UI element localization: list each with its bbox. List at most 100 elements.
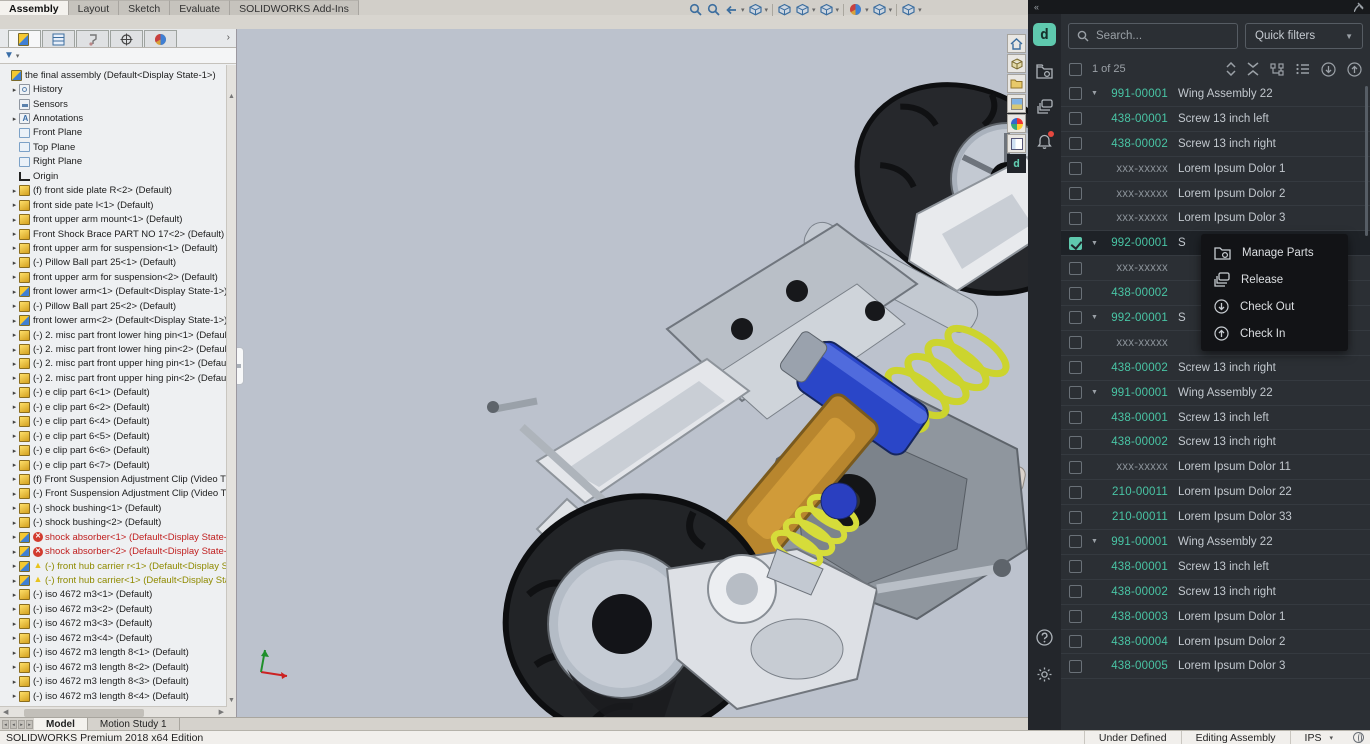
expand-arrow-icon[interactable]: ▸ [10, 374, 19, 382]
check-in-icon[interactable] [1347, 62, 1362, 77]
hierarchy-view-icon[interactable] [1270, 63, 1285, 76]
scrollbar-thumb[interactable] [24, 709, 144, 717]
view-orientation-icon[interactable] [819, 2, 834, 17]
tree-item[interactable]: ▸(-) front hub carrier<1> (Default<Displ… [0, 573, 227, 587]
tree-item[interactable]: ▸(-) 2. misc part front lower hing pin<2… [0, 342, 227, 356]
graphics-viewport[interactable]: d [237, 29, 1028, 718]
part-number[interactable]: 438-00005 [1103, 660, 1168, 672]
part-row[interactable]: 438-00002Screw 13 inch right [1061, 132, 1370, 157]
expand-arrow-icon[interactable]: ▸ [10, 259, 19, 267]
filter-funnel-icon[interactable]: ▼ [4, 50, 14, 61]
scroll-up-icon[interactable]: ▲ [228, 93, 235, 100]
taskpane-appearances-icon[interactable] [1007, 114, 1026, 133]
row-checkbox[interactable] [1069, 535, 1082, 548]
part-number[interactable]: 438-00001 [1103, 412, 1168, 424]
part-number[interactable]: 438-00002 [1103, 586, 1168, 598]
part-number[interactable]: 438-00002 [1103, 287, 1168, 299]
expand-arrow-icon[interactable]: ▸ [10, 634, 19, 642]
zoom-to-area-icon[interactable] [706, 2, 721, 17]
tree-item[interactable]: ▸(-) Pillow Ball part 25<2> (Default) [0, 299, 227, 313]
expand-arrow-icon[interactable]: ▸ [10, 360, 19, 368]
part-row[interactable]: xxx-xxxxxLorem Ipsum Dolor 1 [1061, 157, 1370, 182]
tree-item[interactable]: ▸front upper arm mount<1> (Default) [0, 212, 227, 226]
panel-tab-featuremanager-tree[interactable] [8, 30, 41, 47]
cm-tab-solidworks-add-ins[interactable]: SOLIDWORKS Add-Ins [230, 0, 359, 15]
expand-arrow-icon[interactable]: ▸ [10, 447, 19, 455]
collapse-panel-icon[interactable]: « [1034, 2, 1039, 12]
taskpane-duro-tab-icon[interactable]: d [1007, 154, 1026, 173]
collapse-all-icon[interactable] [1247, 62, 1259, 76]
expand-arrow-icon[interactable]: ▸ [10, 230, 19, 238]
tree-item[interactable]: Front Plane [0, 126, 227, 140]
previous-view-icon[interactable] [724, 2, 739, 17]
part-number[interactable]: 992-00001 [1103, 237, 1168, 249]
settings-icon[interactable] [1035, 664, 1055, 684]
row-checkbox[interactable] [1069, 87, 1082, 100]
tree-item[interactable]: Origin [0, 169, 227, 183]
view-settings-icon[interactable] [901, 2, 916, 17]
tree-vertical-scrollbar[interactable]: ▲ ▼ [226, 65, 236, 718]
row-checkbox[interactable] [1069, 137, 1082, 150]
part-row[interactable]: ▼991-00001Wing Assembly 22 [1061, 530, 1370, 555]
tree-item[interactable]: ▸(-) e clip part 6<4> (Default) [0, 415, 227, 429]
part-row[interactable]: 438-00004Lorem Ipsum Dolor 2 [1061, 630, 1370, 655]
row-checkbox[interactable] [1069, 311, 1082, 324]
taskpane-file-explorer-icon[interactable] [1007, 74, 1026, 93]
globe-icon[interactable] [1353, 732, 1364, 743]
scroll-down-icon[interactable]: ▼ [228, 697, 235, 704]
part-number[interactable]: 438-00001 [1103, 561, 1168, 573]
part-number[interactable]: 438-00002 [1103, 362, 1168, 374]
expand-arrow-icon[interactable]: ▸ [10, 461, 19, 469]
cm-tab-layout[interactable]: Layout [69, 0, 120, 15]
tree-item[interactable]: the final assembly (Default<Display Stat… [0, 68, 227, 82]
row-checkbox[interactable] [1069, 187, 1082, 200]
expand-arrow-icon[interactable]: ▸ [10, 620, 19, 628]
expand-arrow-icon[interactable]: ▸ [10, 187, 19, 195]
tree-item[interactable]: ▸front lower arm<2> (Default<Display Sta… [0, 313, 227, 327]
display-style-icon[interactable] [795, 2, 810, 17]
tree-item[interactable]: ▸(-) iso 4672 m3<3> (Default) [0, 617, 227, 631]
expand-arrow-icon[interactable]: ▸ [10, 432, 19, 440]
part-number[interactable]: xxx-xxxxx [1103, 163, 1168, 175]
tree-item[interactable]: ▸History [0, 82, 227, 96]
tree-item[interactable]: ▸(-) iso 4672 m3 length 8<3> (Default) [0, 674, 227, 688]
filter-caret-icon[interactable]: ▾ [16, 52, 20, 60]
row-checkbox[interactable] [1069, 112, 1082, 125]
notifications-bell-icon[interactable] [1035, 131, 1055, 151]
row-checkbox[interactable] [1069, 212, 1082, 225]
row-checkbox[interactable] [1069, 336, 1082, 349]
tree-item[interactable]: ▸(-) 2. misc part front lower hing pin<1… [0, 328, 227, 342]
row-checkbox[interactable] [1069, 610, 1082, 623]
part-row[interactable]: 210-00011Lorem Ipsum Dolor 33 [1061, 505, 1370, 530]
row-checkbox[interactable] [1069, 411, 1082, 424]
part-number[interactable]: 438-00001 [1103, 113, 1168, 125]
chevron-down-icon[interactable]: ▼ [1086, 314, 1103, 321]
tree-item[interactable]: ▸(-) front hub carrier r<1> (Default<Dis… [0, 559, 227, 573]
part-number[interactable]: 992-00001 [1103, 312, 1168, 324]
row-checkbox[interactable] [1069, 361, 1082, 374]
duro-logo[interactable]: d [1033, 23, 1056, 46]
row-checkbox[interactable] [1069, 262, 1082, 275]
expand-arrow-icon[interactable]: ▸ [10, 533, 19, 541]
part-row[interactable]: xxx-xxxxxLorem Ipsum Dolor 11 [1061, 455, 1370, 480]
panel-tab-propertymanager[interactable] [42, 30, 75, 47]
manage-parts-icon[interactable] [1035, 61, 1055, 81]
part-row[interactable]: 438-00001Screw 13 inch left [1061, 107, 1370, 132]
tree-item[interactable]: ▸(-) e clip part 6<5> (Default) [0, 429, 227, 443]
expand-arrow-icon[interactable]: ▸ [10, 389, 19, 397]
chevron-down-icon[interactable]: ▼ [1086, 90, 1103, 97]
expand-arrow-icon[interactable]: ▸ [10, 577, 19, 585]
tree-item[interactable]: ▸(-) 2. misc part front upper hing pin<1… [0, 357, 227, 371]
expand-arrow-icon[interactable]: ▸ [10, 519, 19, 527]
part-row[interactable]: 438-00002Screw 13 inch right [1061, 430, 1370, 455]
expand-arrow-icon[interactable]: ▸ [10, 475, 19, 483]
tree-item[interactable]: ▸(f) Front Suspension Adjustment Clip (V… [0, 472, 227, 486]
expand-arrow-icon[interactable]: ▸ [10, 216, 19, 224]
context-menu-item-manage-parts[interactable]: Manage Parts [1201, 239, 1348, 266]
tree-item[interactable]: ▸front lower arm<1> (Default<Display Sta… [0, 285, 227, 299]
taskpane-design-library-icon[interactable] [1007, 54, 1026, 73]
quick-filters-dropdown[interactable]: Quick filters ▼ [1245, 23, 1363, 49]
row-checkbox[interactable] [1069, 386, 1082, 399]
expand-arrow-icon[interactable]: ▸ [10, 591, 19, 599]
context-menu-item-check-in[interactable]: Check In [1201, 320, 1348, 347]
